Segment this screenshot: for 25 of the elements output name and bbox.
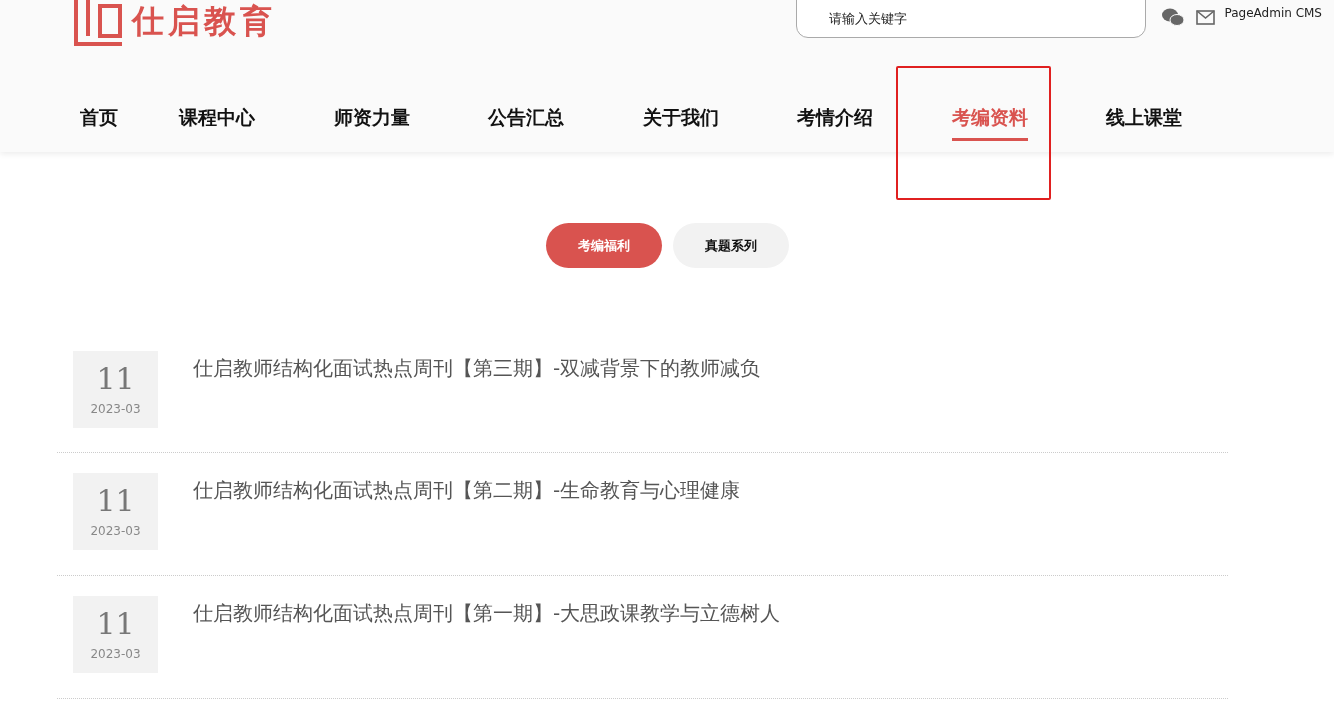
category-tab[interactable]: 真题系列 <box>672 223 789 268</box>
nav-link[interactable]: 首页 <box>80 104 118 141</box>
nav-link[interactable]: 公告汇总 <box>488 104 564 141</box>
logo-text: 仕启教育 <box>132 2 276 40</box>
logo-icon <box>72 0 124 48</box>
date-month: 2023-03 <box>90 645 141 663</box>
date-month: 2023-03 <box>90 522 141 540</box>
nav-link[interactable]: 课程中心 <box>179 104 255 141</box>
article-title[interactable]: 仕启教师结构化面试热点周刊【第一期】-大思政课教学与立德树人 <box>193 599 781 698</box>
nav-link[interactable]: 关于我们 <box>642 104 719 141</box>
nav-link[interactable]: 考情介绍 <box>797 104 873 141</box>
wechat-icon[interactable] <box>1161 8 1184 26</box>
date-day: 11 <box>96 606 135 641</box>
nav-link[interactable]: 线上课堂 <box>1106 104 1182 141</box>
search-field[interactable]: 请输入关键字 <box>795 0 1146 38</box>
date-day: 11 <box>96 483 135 518</box>
article-title[interactable]: 仕启教师结构化面试热点周刊【第二期】-生命教育与心理健康 <box>193 476 741 575</box>
article-title[interactable]: 仕启教师结构化面试热点周刊【第三期】-双减背景下的教师减负 <box>193 354 761 452</box>
date-day: 11 <box>96 361 135 396</box>
mail-icon[interactable] <box>1195 10 1215 25</box>
nav-link[interactable]: 师资力量 <box>333 104 410 141</box>
category-tab[interactable]: 考编福利 <box>545 223 662 268</box>
date-month: 2023-03 <box>90 400 141 418</box>
brand-link[interactable]: PageAdmin CMS <box>1224 4 1322 22</box>
nav-link[interactable]: 考编资料 <box>951 104 1028 141</box>
